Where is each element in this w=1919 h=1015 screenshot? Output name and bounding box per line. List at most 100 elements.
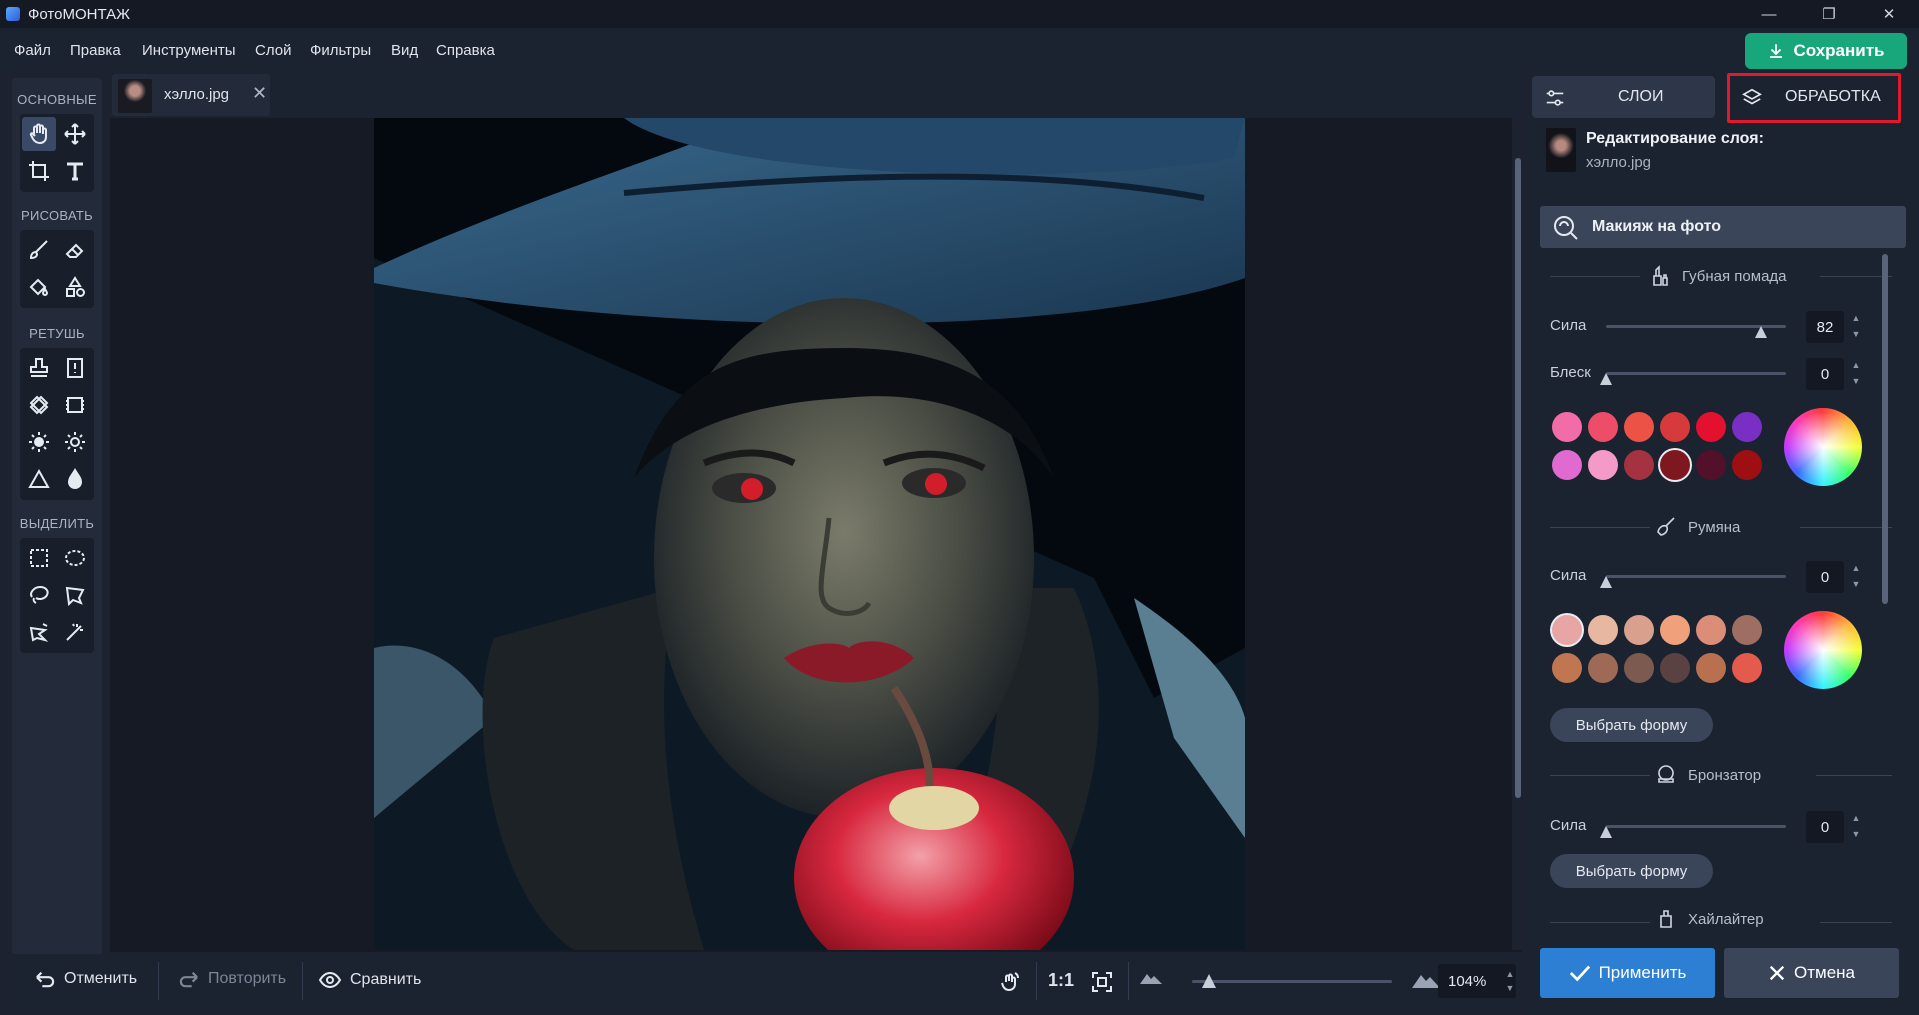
makeup-header[interactable]: Макияж на фото (1540, 206, 1906, 248)
lipstick-color-swatch[interactable] (1552, 412, 1582, 442)
bronzer-shape-button[interactable]: Выбрать форму (1550, 854, 1713, 888)
stamp-tool[interactable] (22, 351, 56, 385)
crop-tool[interactable] (22, 154, 56, 188)
lipstick-gloss-slider[interactable] (1606, 372, 1786, 375)
blur-tool[interactable] (58, 462, 92, 496)
darken-tool[interactable] (58, 425, 92, 459)
blush-shape-button[interactable]: Выбрать форму (1550, 708, 1713, 742)
blush-color-swatch[interactable] (1588, 653, 1618, 683)
shapes-tool[interactable] (58, 270, 92, 304)
move-tool[interactable] (58, 117, 92, 151)
blush-strength-slider[interactable] (1606, 575, 1786, 578)
menu-layer[interactable]: Слой (255, 42, 291, 59)
tab-layers[interactable]: СЛОИ (1532, 76, 1715, 118)
redo-button[interactable]: Повторить (178, 970, 286, 988)
menu-edit[interactable]: Правка (70, 42, 121, 59)
save-button[interactable]: Сохранить (1745, 33, 1907, 69)
polygon-lasso-tool[interactable] (58, 578, 92, 612)
compare-button[interactable]: Сравнить (318, 970, 421, 990)
blush-color-swatch[interactable] (1732, 615, 1762, 645)
rotate-hand-icon (1001, 972, 1019, 992)
lipstick-gloss-value[interactable]: 0 (1806, 358, 1844, 390)
blush-color-swatch[interactable] (1660, 653, 1690, 683)
magic-wand-tool[interactable] (58, 615, 92, 649)
menu-view[interactable]: Вид (391, 42, 418, 59)
blush-color-swatch[interactable] (1696, 653, 1726, 683)
canvas-scroll-thumb[interactable] (1515, 158, 1521, 798)
eraser-tool[interactable] (58, 233, 92, 267)
zoom-slider[interactable] (1192, 980, 1392, 983)
lighten-tool[interactable] (22, 425, 56, 459)
blush-color-swatch[interactable] (1624, 653, 1654, 683)
lipstick-color-swatch[interactable] (1660, 450, 1690, 480)
lipstick-color-swatch[interactable] (1624, 412, 1654, 442)
lipstick-color-wheel[interactable] (1784, 408, 1862, 486)
zoom-down-icon[interactable]: ▼ (1504, 982, 1516, 994)
blush-color-swatch[interactable] (1552, 615, 1582, 645)
blush-color-wheel[interactable] (1784, 611, 1862, 689)
spin-down-icon[interactable]: ▼ (1850, 328, 1862, 340)
blush-strength-value[interactable]: 0 (1806, 561, 1844, 593)
patch-tool[interactable] (22, 388, 56, 422)
zoom-in-icon[interactable] (1412, 970, 1440, 988)
spin-down-icon[interactable]: ▼ (1850, 828, 1862, 840)
fill-tool[interactable] (22, 270, 56, 304)
canvas-scrollbar[interactable] (1512, 118, 1524, 950)
blush-color-swatch[interactable] (1588, 615, 1618, 645)
restore-button[interactable]: ❐ (1800, 0, 1858, 28)
blush-color-swatch[interactable] (1732, 653, 1762, 683)
zoom-up-icon[interactable]: ▲ (1504, 968, 1516, 980)
ellipse-select-tool[interactable] (58, 541, 92, 575)
spin-down-icon[interactable]: ▼ (1850, 375, 1862, 387)
lipstick-color-swatch[interactable] (1732, 450, 1762, 480)
lipstick-color-swatch[interactable] (1732, 412, 1762, 442)
hand-tool[interactable] (22, 117, 56, 151)
blush-color-swatch[interactable] (1624, 615, 1654, 645)
close-button[interactable]: ✕ (1860, 0, 1918, 28)
undo-button[interactable]: Отменить (34, 970, 137, 988)
blush-color-swatch[interactable] (1552, 653, 1582, 683)
lipstick-color-swatch[interactable] (1696, 450, 1726, 480)
blush-color-swatch[interactable] (1696, 615, 1726, 645)
menu-tools[interactable]: Инструменты (142, 42, 236, 59)
lipstick-color-swatch[interactable] (1588, 450, 1618, 480)
healing-tool[interactable] (58, 351, 92, 385)
magnetic-lasso-tool[interactable] (22, 615, 56, 649)
lipstick-strength-slider[interactable] (1606, 325, 1786, 328)
file-tab[interactable]: хэлло.jpg ✕ (112, 74, 270, 116)
lipstick-color-swatch[interactable] (1624, 450, 1654, 480)
close-tab-icon[interactable]: ✕ (252, 83, 267, 104)
rotate-button[interactable] (998, 970, 1022, 994)
lipstick-color-swatch[interactable] (1660, 412, 1690, 442)
brush-tool[interactable] (22, 233, 56, 267)
rect-select-tool[interactable] (22, 541, 56, 575)
text-tool[interactable] (58, 154, 92, 188)
bronzer-strength-value[interactable]: 0 (1806, 811, 1844, 843)
minimize-button[interactable]: — (1740, 0, 1798, 28)
spin-up-icon[interactable]: ▲ (1850, 312, 1862, 324)
spin-up-icon[interactable]: ▲ (1850, 359, 1862, 371)
spin-up-icon[interactable]: ▲ (1850, 562, 1862, 574)
cancel-button[interactable]: Отмена (1724, 948, 1899, 998)
photo-canvas[interactable] (374, 118, 1245, 950)
bronzer-strength-slider[interactable] (1606, 825, 1786, 828)
menu-help[interactable]: Справка (436, 42, 495, 59)
zoom-out-icon[interactable] (1140, 970, 1162, 984)
lipstick-color-swatch[interactable] (1588, 412, 1618, 442)
frame-tool[interactable] (58, 388, 92, 422)
lipstick-strength-value[interactable]: 82 (1806, 311, 1844, 343)
panel-scrollbar[interactable] (1880, 254, 1890, 924)
menu-filters[interactable]: Фильтры (310, 42, 371, 59)
lasso-tool[interactable] (22, 578, 56, 612)
actual-size-button[interactable]: 1:1 (1048, 970, 1074, 991)
blush-color-swatch[interactable] (1660, 615, 1690, 645)
lipstick-color-swatch[interactable] (1696, 412, 1726, 442)
spin-up-icon[interactable]: ▲ (1850, 812, 1862, 824)
menu-file[interactable]: Файл (14, 42, 51, 59)
apply-button[interactable]: Применить (1540, 948, 1715, 998)
panel-scroll-thumb[interactable] (1882, 254, 1888, 604)
spin-down-icon[interactable]: ▼ (1850, 578, 1862, 590)
sharpen-tool[interactable] (22, 462, 56, 496)
lipstick-color-swatch[interactable] (1552, 450, 1582, 480)
fit-screen-button[interactable] (1090, 970, 1114, 994)
